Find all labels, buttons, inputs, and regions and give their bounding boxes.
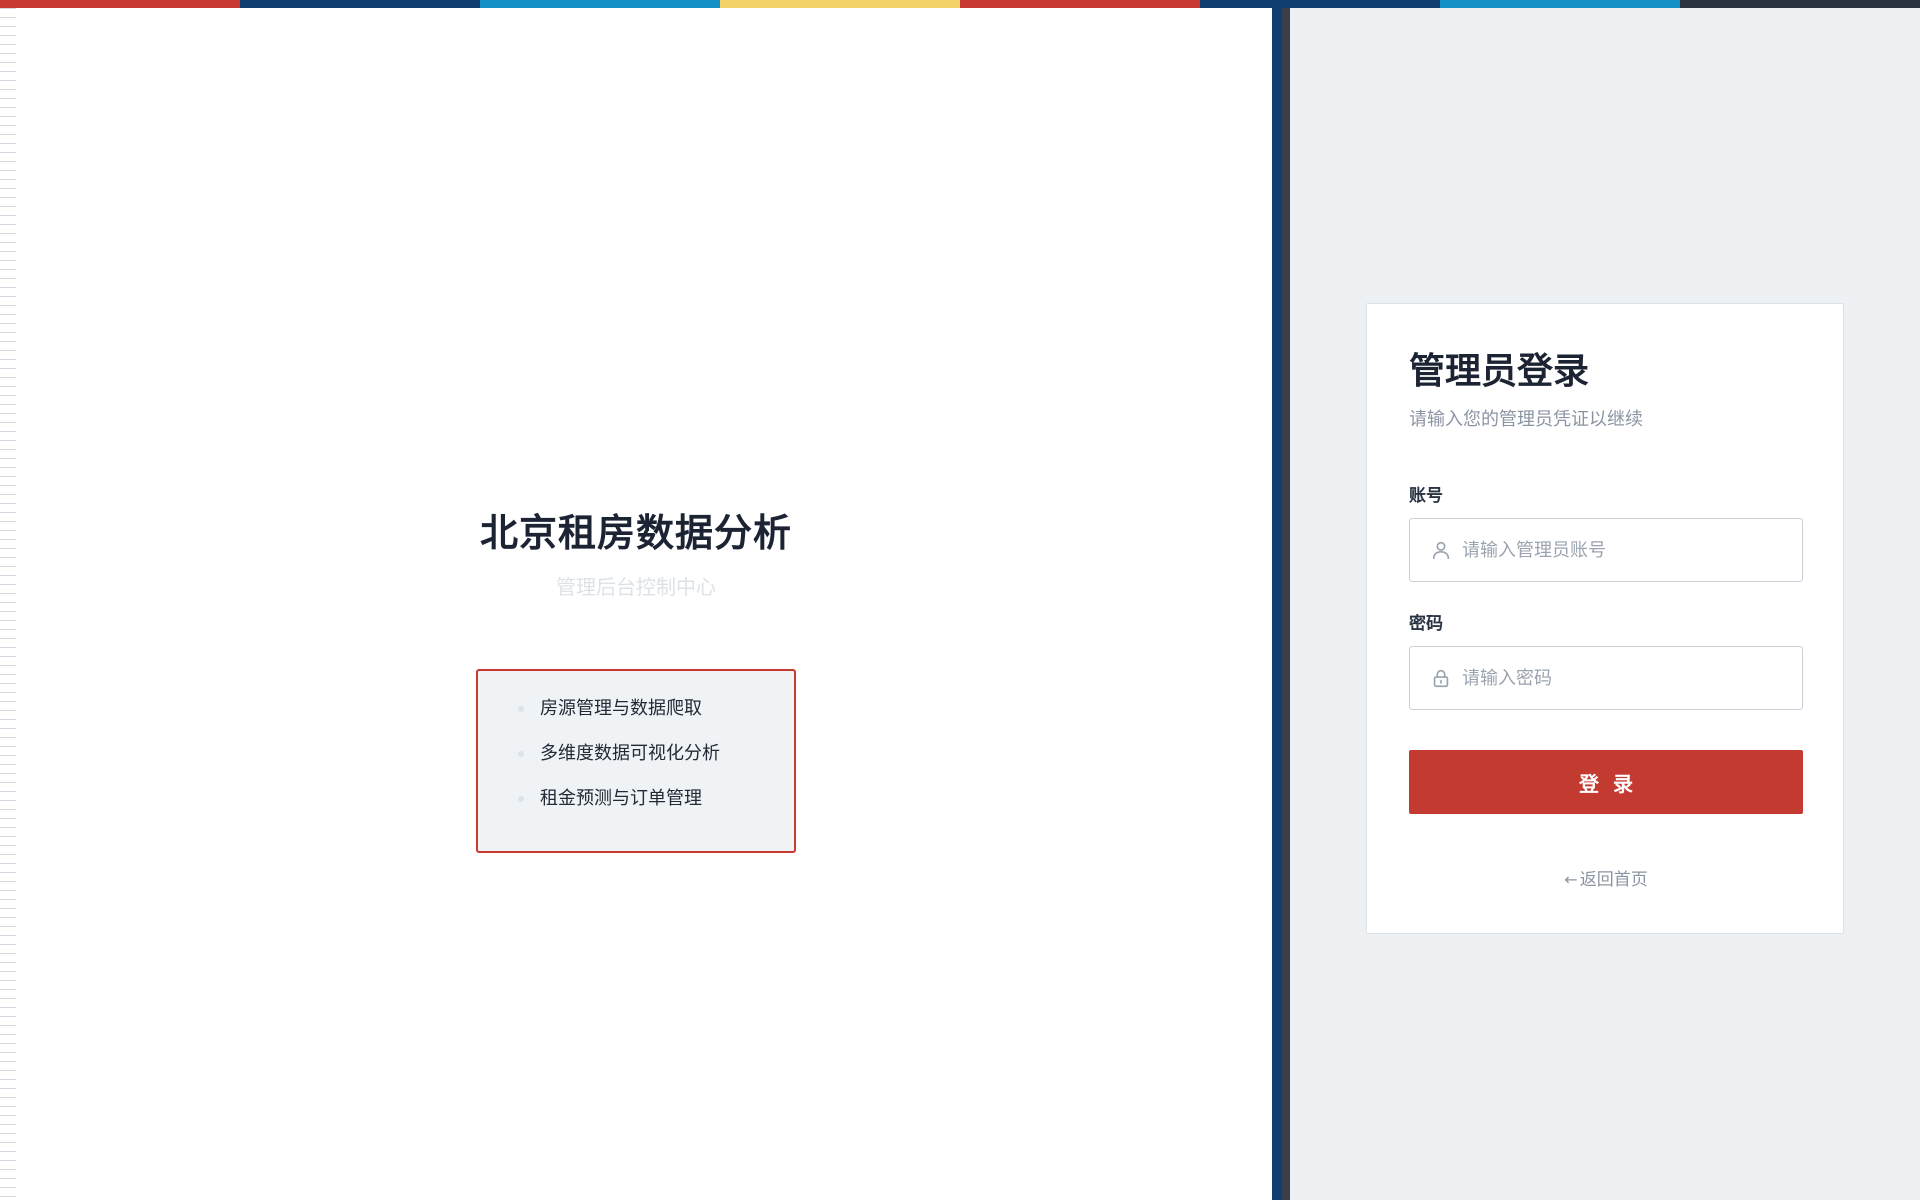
feature-label: 多维度数据可视化分析 [540, 743, 720, 764]
site-subtitle: 管理后台控制中心 [556, 575, 716, 599]
feature-item: 多维度数据可视化分析 [518, 742, 794, 787]
feature-item: 房源管理与数据爬取 [518, 697, 794, 742]
feature-item: 租金预测与订单管理 [518, 787, 794, 832]
stripe-segment [1200, 0, 1440, 8]
hero-heading: 北京租房数据分析 管理后台控制中心 [476, 505, 796, 601]
stripe-segment [720, 0, 960, 8]
account-field[interactable] [1409, 518, 1803, 582]
bullet-icon [518, 751, 524, 757]
login-button[interactable]: 登录 [1409, 750, 1803, 814]
login-title: 管理员登录 [1409, 351, 1590, 392]
arrow-left-icon: ← [1564, 870, 1578, 889]
feature-label: 房源管理与数据爬取 [540, 698, 702, 719]
login-subtitle: 请输入您的管理员凭证以继续 [1409, 409, 1643, 430]
feature-list: 房源管理与数据爬取 多维度数据可视化分析 租金预测与订单管理 [476, 669, 796, 853]
bullet-icon [518, 796, 524, 802]
site-title: 北京租房数据分析 [479, 511, 792, 555]
feature-label: 租金预测与订单管理 [540, 788, 702, 809]
hero-panel: 北京租房数据分析 管理后台控制中心 房源管理与数据爬取 多维度数据可视化分析 租… [0, 0, 1272, 1200]
password-field[interactable] [1409, 646, 1803, 710]
top-color-stripe [0, 0, 1920, 8]
lock-icon [1433, 669, 1449, 688]
account-label: 账号 [1409, 486, 1443, 506]
panel-divider [1272, 8, 1290, 1200]
account-input[interactable] [1460, 519, 1790, 581]
user-icon [1432, 541, 1450, 560]
stripe-segment [1680, 0, 1920, 8]
password-input[interactable] [1460, 647, 1790, 709]
decorative-ruler [0, 8, 16, 1200]
login-page: 北京租房数据分析 管理后台控制中心 房源管理与数据爬取 多维度数据可视化分析 租… [0, 0, 1920, 1200]
stripe-segment [0, 0, 240, 8]
stripe-segment [1440, 0, 1680, 8]
stripe-segment [480, 0, 720, 8]
back-home-label: 返回首页 [1579, 870, 1648, 890]
stripe-segment [240, 0, 480, 8]
stripe-segment [960, 0, 1200, 8]
bullet-icon [518, 706, 524, 712]
password-label: 密码 [1409, 614, 1443, 634]
back-home-link[interactable]: ← 返回首页 [1409, 868, 1803, 892]
login-card: 管理员登录 请输入您的管理员凭证以继续 账号 密码 登录 ← 返回首页 [1366, 303, 1844, 934]
